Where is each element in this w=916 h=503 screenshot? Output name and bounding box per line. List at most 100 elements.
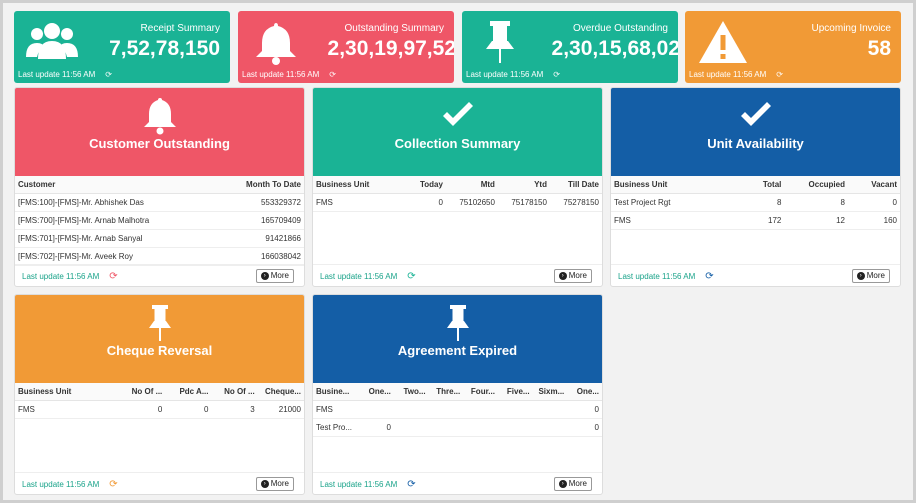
cell: FMS [313,193,406,212]
stat-value: 2,30,15,68,02 [551,37,678,60]
stat-overdue-outstanding: Overdue Outstanding 2,30,15,68,02 Last u… [462,11,678,83]
agreement-expired-table: Busine... One... Two... Thre... Four... … [313,383,602,437]
cell: Test Project Rgt [611,193,727,212]
column-header[interactable]: One... [359,383,394,401]
column-header[interactable]: Month To Date [217,176,304,194]
refresh-icon[interactable]: ⟳ [407,271,415,282]
cell [428,400,464,419]
panel-footer: Last update 11:56 AM ⟳ › More [15,472,304,494]
table-row[interactable]: Test Project Rgt 8 8 0 [611,193,900,212]
last-update: Last update 11:56 AM ⟳ [320,479,416,490]
more-button[interactable]: › More [553,477,592,491]
last-update: Last update 11:56 AM ⟳ [689,70,783,79]
more-button[interactable]: › More [553,269,592,283]
cell: 8 [784,193,848,212]
column-header[interactable]: Vacant [847,176,900,194]
column-header[interactable]: Till Date [549,176,602,194]
panel-footer: Last update 11:56 AM ⟳ › More [313,472,602,494]
chevron-right-icon: › [260,271,269,280]
column-header[interactable]: Four... [463,383,498,401]
column-header[interactable]: Occupied [784,176,848,194]
column-header[interactable]: Mtd [445,176,498,194]
last-update: Last update 11:56 AM ⟳ [22,271,118,282]
table-row[interactable]: Test Pro... 0 0 [313,418,602,437]
cell: Test Pro... [313,418,360,437]
table-row[interactable]: [FMS:700]-[FMS]-Mr. Arnab Malhotra 165709… [15,211,304,230]
column-header[interactable]: Business Unit [15,383,120,401]
cell: 165709409 [217,211,304,230]
refresh-icon[interactable]: ⟳ [329,70,336,79]
last-update: Last update 11:56 AM ⟳ [618,271,714,282]
cell [359,400,394,419]
panel-footer: Last update 11:56 AM ⟳ › More [15,264,304,286]
refresh-icon[interactable]: ⟳ [776,70,783,79]
cell [497,400,533,419]
cell: [FMS:702]-[FMS]-Mr. Aveek Roy [15,247,218,266]
more-button[interactable]: › More [255,477,294,491]
stat-value: 2,30,19,97,52 [327,37,454,60]
column-header[interactable]: Busine... [313,383,360,401]
cell: 75102650 [445,193,498,212]
table-row[interactable]: [FMS:100]-[FMS]-Mr. Abhishek Das 55332937… [15,193,304,212]
cheque-reversal-panel: Cheque Reversal Business Unit No Of ... … [14,294,305,495]
cell [428,418,464,437]
cell: FMS [15,400,120,419]
refresh-icon[interactable]: ⟳ [109,271,117,282]
column-header[interactable]: No Of ... [119,383,166,401]
refresh-icon[interactable]: ⟳ [105,70,112,79]
cell: [FMS:100]-[FMS]-Mr. Abhishek Das [15,193,218,212]
column-header[interactable]: Pdc A... [165,383,212,401]
cell [497,418,533,437]
cell: 8 [726,193,785,212]
column-header[interactable]: Business Unit [611,176,727,194]
chevron-right-icon: › [260,479,269,488]
bell-icon [143,98,176,135]
column-header[interactable]: Sixm... [532,383,568,401]
stat-value: 7,52,78,150 [109,37,220,60]
column-header[interactable]: No Of ... [211,383,258,401]
column-header[interactable]: Ytd [497,176,550,194]
table-row[interactable]: [FMS:702]-[FMS]-Mr. Aveek Roy 166038042 [15,247,304,266]
stat-upcoming-invoice: Upcoming Invoice 58 Last update 11:56 AM… [685,11,901,83]
cheque-reversal-table: Business Unit No Of ... Pdc A... No Of .… [15,383,304,419]
last-update: Last update 11:56 AM ⟳ [18,70,112,79]
cell [532,418,568,437]
unit-availability-table: Business Unit Total Occupied Vacant Test… [611,176,900,230]
column-header[interactable]: Cheque... [257,383,304,401]
stat-title: Receipt Summary [140,23,220,34]
panel-title: Unit Availability [707,136,804,151]
cell: [FMS:700]-[FMS]-Mr. Arnab Malhotra [15,211,218,230]
agreement-expired-panel: Agreement Expired Busine... One... Two..… [312,294,603,495]
more-button[interactable]: › More [255,269,294,283]
column-header[interactable]: Two... [393,383,429,401]
column-header[interactable]: Total [726,176,785,194]
unit-availability-panel: Unit Availability Business Unit Total Oc… [610,87,901,287]
column-header[interactable]: Thre... [428,383,464,401]
refresh-icon[interactable]: ⟳ [109,479,117,490]
column-header[interactable]: One... [567,383,602,401]
table-row[interactable]: FMS 172 12 160 [611,211,900,230]
cell: 0 [847,193,900,212]
column-header[interactable]: Business Unit [313,176,406,194]
cell: 0 [567,400,602,419]
refresh-icon[interactable]: ⟳ [705,271,713,282]
table-row[interactable]: FMS 0 0 3 21000 [15,400,304,419]
table-row[interactable]: [FMS:701]-[FMS]-Mr. Arnab Sanyal 91421866 [15,229,304,248]
panel-header: Unit Availability [611,88,900,176]
column-header[interactable]: Five... [497,383,533,401]
table-row[interactable]: FMS 0 [313,400,602,419]
bell-icon [256,23,296,65]
table-row[interactable]: FMS 0 75102650 75178150 75278150 [313,193,602,212]
last-update: Last update 11:56 AM ⟳ [320,271,416,282]
refresh-icon[interactable]: ⟳ [407,479,415,490]
column-header[interactable]: Today [405,176,446,194]
chevron-right-icon: › [856,271,865,280]
last-update: Last update 11:56 AM ⟳ [22,479,118,490]
refresh-icon[interactable]: ⟳ [553,70,560,79]
warning-icon [699,21,747,63]
panel-footer: Last update 11:56 AM ⟳ › More [313,264,602,286]
cell: FMS [611,211,727,230]
more-button[interactable]: › More [851,269,890,283]
column-header[interactable]: Customer [15,176,218,194]
panel-title: Customer Outstanding [89,136,230,151]
